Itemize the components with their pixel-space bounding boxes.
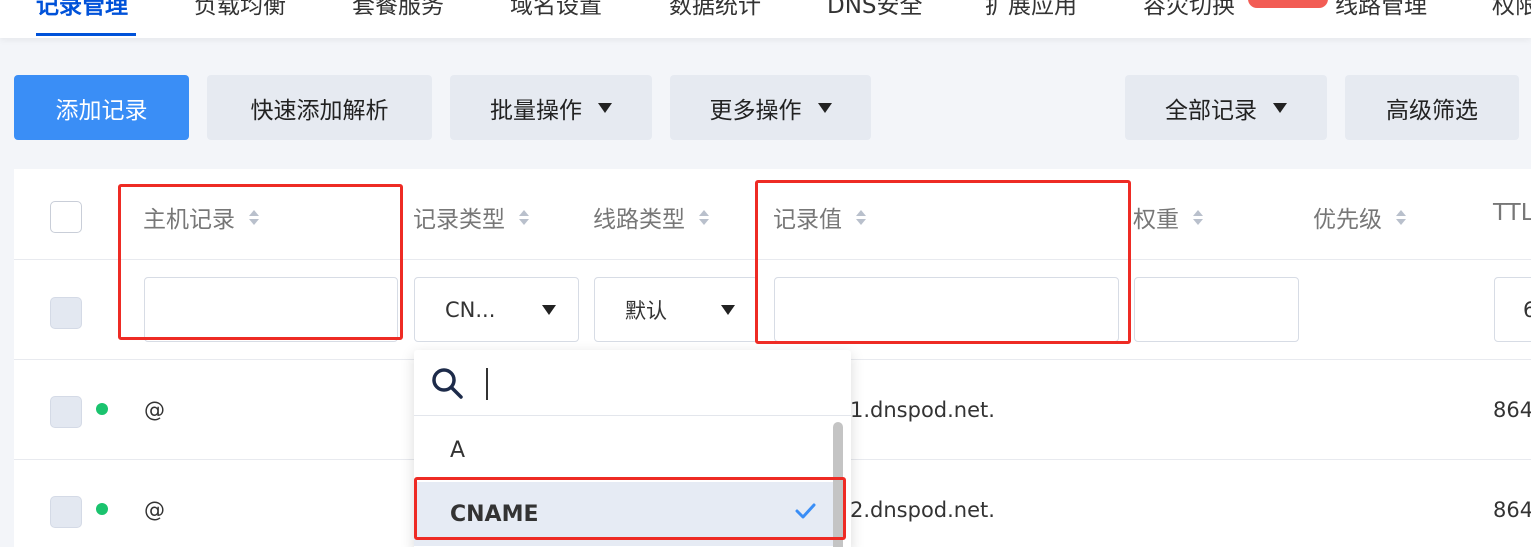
row-host: @ bbox=[144, 498, 165, 522]
active-tab-indicator bbox=[36, 33, 136, 36]
status-dot bbox=[96, 403, 108, 415]
row-host: @ bbox=[144, 398, 165, 422]
option-label: A bbox=[450, 437, 466, 463]
type-filter-select[interactable]: CN... bbox=[414, 277, 579, 342]
row-ttl: 864 bbox=[1493, 498, 1531, 522]
tab-domain-settings[interactable]: 域名设置 bbox=[510, 0, 602, 20]
header-priority[interactable]: 优先级 bbox=[1313, 200, 1406, 234]
new-badge bbox=[1248, 0, 1328, 8]
tab-line-management[interactable]: 线路管理 bbox=[1335, 0, 1427, 20]
status-dot bbox=[96, 503, 108, 515]
ttl-filter-input[interactable]: 6 bbox=[1494, 277, 1531, 342]
header-ttl[interactable]: TTL bbox=[1493, 200, 1531, 226]
advanced-filter-label: 高级筛选 bbox=[1386, 97, 1478, 124]
tab-record-management[interactable]: 记录管理 bbox=[36, 0, 128, 20]
row-checkbox[interactable] bbox=[50, 396, 82, 428]
select-all-checkbox[interactable] bbox=[50, 201, 82, 233]
header-value-label: 记录值 bbox=[773, 207, 842, 233]
divider bbox=[14, 259, 1531, 260]
weight-filter-input[interactable] bbox=[1134, 277, 1299, 342]
tab-dns-security[interactable]: DNS安全 bbox=[827, 0, 923, 20]
top-nav: 记录管理 负载均衡 套餐服务 域名设置 数据统计 DNS安全 扩展应用 容灾切换… bbox=[0, 0, 1531, 38]
caret-down-icon bbox=[721, 304, 735, 315]
sort-icon[interactable] bbox=[249, 209, 259, 225]
tab-load-balancing[interactable]: 负载均衡 bbox=[194, 0, 286, 20]
advanced-filter-button[interactable]: 高级筛选 bbox=[1345, 75, 1519, 140]
dropdown-scrollbar[interactable] bbox=[833, 422, 843, 547]
value-filter-input[interactable] bbox=[774, 277, 1119, 342]
header-value[interactable]: 记录值 bbox=[773, 200, 866, 234]
add-record-label: 添加记录 bbox=[55, 97, 148, 124]
more-ops-label: 更多操作 bbox=[709, 97, 802, 124]
batch-ops-label: 批量操作 bbox=[490, 97, 582, 124]
check-icon bbox=[795, 503, 816, 519]
row-checkbox[interactable] bbox=[50, 496, 82, 528]
line-filter-value: 默认 bbox=[625, 298, 667, 323]
header-weight[interactable]: 权重 bbox=[1133, 200, 1203, 234]
sort-icon[interactable] bbox=[1396, 209, 1406, 225]
sort-icon[interactable] bbox=[856, 209, 866, 225]
text-cursor bbox=[486, 368, 488, 400]
all-records-label: 全部记录 bbox=[1165, 97, 1257, 124]
type-filter-value: CN... bbox=[445, 297, 496, 322]
header-priority-label: 优先级 bbox=[1313, 207, 1382, 233]
caret-down-icon bbox=[598, 102, 612, 113]
header-host[interactable]: 主机记录 bbox=[143, 200, 259, 234]
sort-icon[interactable] bbox=[1193, 209, 1203, 225]
header-line[interactable]: 线路类型 bbox=[593, 200, 709, 234]
header-line-label: 线路类型 bbox=[593, 207, 685, 233]
host-filter-input[interactable] bbox=[144, 277, 398, 342]
filter-row-checkbox[interactable] bbox=[50, 297, 82, 329]
caret-down-icon bbox=[817, 102, 832, 113]
line-filter-select[interactable]: 默认 bbox=[594, 277, 758, 342]
tab-statistics[interactable]: 数据统计 bbox=[669, 0, 761, 20]
dropdown-option-a[interactable]: A bbox=[414, 418, 834, 482]
dropdown-option-cname[interactable]: CNAME bbox=[414, 482, 834, 546]
sort-icon[interactable] bbox=[519, 209, 529, 225]
header-type[interactable]: 记录类型 bbox=[413, 200, 529, 234]
tab-package-service[interactable]: 套餐服务 bbox=[352, 0, 444, 20]
batch-ops-button[interactable]: 批量操作 bbox=[450, 75, 652, 140]
row-value: 1.dnspod.net. bbox=[850, 398, 995, 422]
row-value: 2.dnspod.net. bbox=[850, 498, 995, 522]
caret-down-icon bbox=[1273, 102, 1287, 113]
add-record-button[interactable]: 添加记录 bbox=[14, 75, 189, 140]
dropdown-search-input[interactable] bbox=[414, 350, 851, 416]
search-icon bbox=[432, 368, 463, 399]
sort-icon[interactable] bbox=[699, 209, 709, 225]
header-type-label: 记录类型 bbox=[413, 207, 505, 233]
quick-add-label: 快速添加解析 bbox=[250, 97, 389, 124]
tab-disaster-switch[interactable]: 容灾切换 bbox=[1143, 0, 1235, 20]
all-records-button[interactable]: 全部记录 bbox=[1125, 75, 1327, 140]
more-ops-button[interactable]: 更多操作 bbox=[670, 75, 871, 140]
record-type-dropdown: A CNAME bbox=[414, 350, 851, 547]
header-host-label: 主机记录 bbox=[143, 207, 235, 233]
quick-add-button[interactable]: 快速添加解析 bbox=[207, 75, 432, 140]
header-weight-label: 权重 bbox=[1133, 207, 1179, 233]
caret-down-icon bbox=[542, 304, 556, 315]
option-label: CNAME bbox=[450, 501, 539, 527]
header-ttl-label: TTL bbox=[1493, 200, 1531, 226]
ttl-filter-value: 6 bbox=[1523, 297, 1531, 322]
tab-permissions[interactable]: 权限 bbox=[1492, 0, 1531, 20]
row-ttl: 864 bbox=[1493, 398, 1531, 422]
tab-extensions[interactable]: 扩展应用 bbox=[985, 0, 1077, 20]
